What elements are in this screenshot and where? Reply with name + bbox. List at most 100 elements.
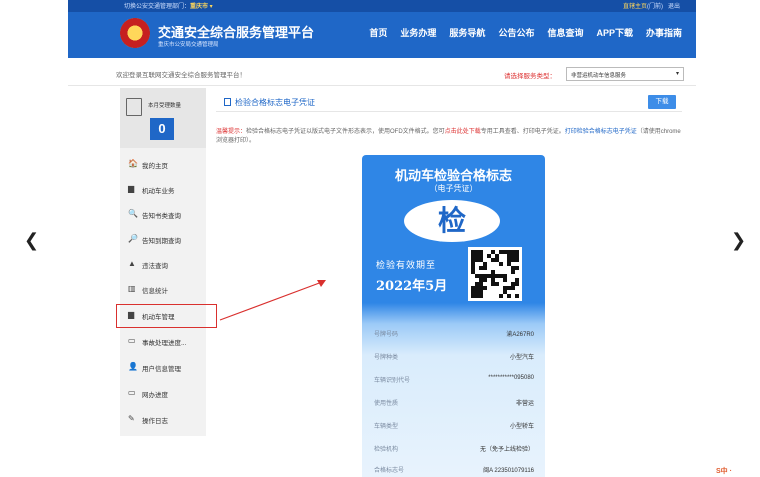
download-tool-link[interactable]: 点击此处下载	[445, 129, 481, 135]
sidebar-item-label: 事故处理进度...	[142, 340, 187, 347]
welcome-bar: 欢迎登录互联网交通安全综合服务管理平台！ 请选择服务类型： 非营运机动车信息服务…	[68, 62, 696, 86]
home-link[interactable]: 直辖主页	[623, 4, 647, 10]
edit-icon: ✎	[128, 414, 135, 423]
monthly-count-box: 本月受理数量 0	[120, 88, 206, 148]
field-certificate-number: 合格标志号 闽A 223501079116	[374, 465, 534, 477]
nav-home[interactable]: 首页	[369, 26, 387, 39]
site-header: 切换公安交通管理部门：重庆市 ▾ 直辖主页(门前) 退出 交通安全综合服务管理平…	[68, 0, 696, 58]
tip-body: 检验合格标志电子凭证以版式电子文件形态表示，使用OFD文件格式。您可	[246, 129, 445, 135]
nav-app-download[interactable]: APP下载	[596, 26, 633, 39]
sidebar-item-label: 网办进度	[142, 392, 168, 399]
field-key: 合格标志号	[374, 468, 405, 474]
service-type-select[interactable]: 非营运机动车信息服务 ▾	[566, 67, 684, 81]
valid-until-date: 2022年5月	[376, 279, 448, 294]
search-icon: 🔍	[128, 209, 138, 218]
sidebar-item-violation-query[interactable]: ▲ 违法查询	[120, 252, 206, 276]
police-emblem-logo	[120, 18, 150, 48]
site-subtitle: 重庆市公安局交通管理局	[158, 42, 219, 48]
sidebar-item-label: 机动车业务	[142, 188, 175, 195]
warning-icon: ▲	[128, 259, 136, 268]
logout-link[interactable]: 退出	[668, 4, 680, 10]
sidebar-item-label: 用户信息管理	[142, 366, 181, 373]
field-inspection-org: 检验机构 无（免予上线检验）	[374, 444, 534, 456]
tip-body-2: 专用工具查看、打印电子凭证。	[480, 129, 565, 135]
tip-label: 温馨提示：	[216, 129, 247, 135]
sidebar-item-user-management[interactable]: 👤 用户信息管理	[120, 355, 206, 379]
top-bar: 切换公安交通管理部门：重庆市 ▾ 直辖主页(门前) 退出	[68, 0, 696, 12]
print-certificate-link[interactable]: 打印检验合格标志电子凭证	[565, 129, 637, 135]
city-dropdown[interactable]: 重庆市 ▾	[190, 4, 213, 10]
ime-logo-icon: S中 ·	[716, 468, 732, 475]
nav-business[interactable]: 业务办理	[400, 26, 436, 39]
document-edit-icon	[126, 98, 142, 116]
inspection-badge: 检	[404, 200, 500, 242]
qr-code-icon	[468, 247, 522, 301]
sidebar-item-my-home[interactable]: 🏠 我的主页	[120, 152, 206, 176]
content-title: 检验合格标志电子凭证	[224, 97, 315, 108]
chevron-right-icon[interactable]: ❯	[731, 230, 746, 251]
field-vehicle-type: 车辆类型 小型轿车	[374, 421, 534, 433]
field-value: 非营运	[515, 401, 534, 407]
sidebar-item-expiry-query[interactable]: 🔎 告知到期查询	[120, 227, 206, 251]
chevron-left-icon[interactable]: ❮	[24, 230, 39, 251]
annotation-arrow-icon	[219, 280, 326, 321]
content-header: 检验合格标志电子凭证 下载	[216, 92, 682, 112]
nav-service-guide[interactable]: 服务导航	[449, 26, 485, 39]
certificate-subtitle: （电子凭证）	[429, 184, 478, 193]
document-icon	[224, 98, 231, 106]
site-title: 交通安全综合服务管理平台	[158, 25, 315, 40]
sidebar-item-operation-log[interactable]: ✎ 操作日志	[120, 407, 206, 431]
chevron-down-icon: ▾	[675, 71, 679, 77]
field-plate-type: 号牌种类 小型汽车	[374, 352, 534, 364]
certificate-fields: 号牌号码 渝A267R0 号牌种类 小型汽车 车辆识别代号 ***********09…	[362, 303, 545, 477]
sidebar-item-accident-progress[interactable]: ▭ 事故处理进度...	[120, 329, 206, 353]
sidebar: 本月受理数量 0 🏠 我的主页 ▆ 机动车业务 🔍 告知书类查询 🔎 告知到期查询 ▲ 违…	[120, 88, 206, 436]
card-icon: ▭	[128, 336, 136, 345]
sidebar-item-vehicle-business[interactable]: ▆ 机动车业务	[120, 177, 206, 201]
highlight-box	[116, 304, 217, 328]
valid-until-label: 检验有效期至	[376, 260, 437, 270]
sidebar-item-online-progress[interactable]: ▭ 网办进度	[120, 381, 206, 405]
field-value: ***********095080	[488, 375, 534, 381]
sidebar-item-statistics[interactable]: ▥ 信息统计	[120, 277, 206, 301]
sidebar-item-label: 操作日志	[142, 418, 168, 425]
user-icon: 👤	[128, 362, 138, 371]
sidebar-item-label: 告知到期查询	[142, 238, 181, 245]
nav-info-query[interactable]: 信息查询	[547, 26, 583, 39]
region-switcher[interactable]: 切换公安交通管理部门：重庆市 ▾	[124, 1, 213, 10]
field-value: 无（免予上线检验）	[479, 447, 534, 453]
top-links: 直辖主页(门前) 退出	[623, 1, 680, 10]
field-key: 号牌种类	[374, 355, 399, 361]
download-button[interactable]: 下载	[648, 95, 676, 109]
tip-text: 温馨提示：检验合格标志电子凭证以版式电子文件形态表示，使用OFD文件格式。您可点…	[216, 128, 684, 146]
field-key: 使用性质	[374, 401, 399, 407]
nav-announcements[interactable]: 公告公布	[498, 26, 534, 39]
sidebar-item-notice-query[interactable]: 🔍 告知书类查询	[120, 202, 206, 226]
chart-icon: ▥	[128, 284, 136, 293]
field-key: 检验机构	[374, 447, 399, 453]
field-value: 渝A267R0	[506, 332, 534, 338]
sidebar-item-label: 信息统计	[142, 288, 168, 295]
monthly-count-value: 0	[150, 118, 174, 140]
inspection-certificate: 机动车检验合格标志 （电子凭证） 检 检验有效期至 2022年5月 号牌号码 渝A…	[362, 155, 545, 477]
monthly-count-label: 本月受理数量	[148, 103, 182, 109]
field-key: 车辆识别代号	[374, 378, 411, 384]
car-icon: ▆	[128, 184, 135, 193]
certificate-title: 机动车检验合格标志	[394, 168, 512, 183]
field-vin: 车辆识别代号 ***********095080	[374, 375, 534, 387]
sidebar-item-label: 我的主页	[142, 163, 168, 170]
field-value: 小型轿车	[509, 424, 534, 430]
field-plate-number: 号牌号码 渝A267R0	[374, 329, 534, 341]
sidebar-item-label: 违法查询	[142, 263, 168, 270]
welcome-text: 欢迎登录互联网交通安全综合服务管理平台！	[116, 72, 246, 79]
home-suffix: (门前)	[646, 4, 663, 10]
field-value: 小型汽车	[509, 355, 534, 361]
content-title-text: 检验合格标志电子凭证	[235, 98, 315, 107]
home-icon: 🏠	[128, 159, 138, 168]
field-key: 车辆类型	[374, 424, 399, 430]
main-nav: 首页 业务办理 服务导航 公告公布 信息查询 APP下载 办事指南	[369, 26, 682, 39]
nav-guide[interactable]: 办事指南	[646, 26, 682, 39]
service-type-label: 请选择服务类型：	[504, 73, 556, 80]
field-value: 闽A 223501079116	[483, 468, 534, 474]
service-type-value: 非营运机动车信息服务	[571, 73, 627, 79]
